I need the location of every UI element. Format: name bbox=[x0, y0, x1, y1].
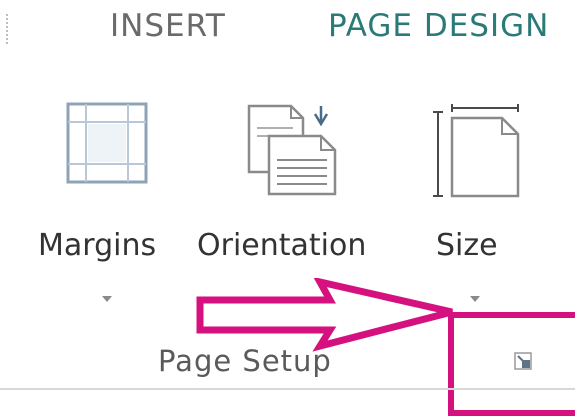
margins-label: Margins bbox=[38, 228, 157, 263]
orientation-icon bbox=[247, 104, 337, 196]
ribbon-tab-bar: INSERT PAGE DESIGN bbox=[0, 0, 575, 62]
tab-insert[interactable]: INSERT bbox=[110, 8, 226, 44]
tab-edge-marker bbox=[6, 14, 14, 44]
arrow-right-outline-icon bbox=[196, 278, 453, 352]
size-label: Size bbox=[436, 228, 498, 263]
ribbon-bottom-divider bbox=[0, 388, 575, 390]
tab-page-design[interactable]: PAGE DESIGN bbox=[328, 8, 549, 44]
orientation-label: Orientation bbox=[197, 228, 367, 263]
margins-dropdown-arrow[interactable] bbox=[102, 296, 112, 302]
highlight-box bbox=[448, 312, 575, 416]
margins-button[interactable]: Margins bbox=[30, 90, 180, 320]
size-dropdown-arrow[interactable] bbox=[470, 296, 480, 302]
page-size-icon bbox=[433, 104, 520, 198]
margins-icon bbox=[66, 102, 148, 184]
